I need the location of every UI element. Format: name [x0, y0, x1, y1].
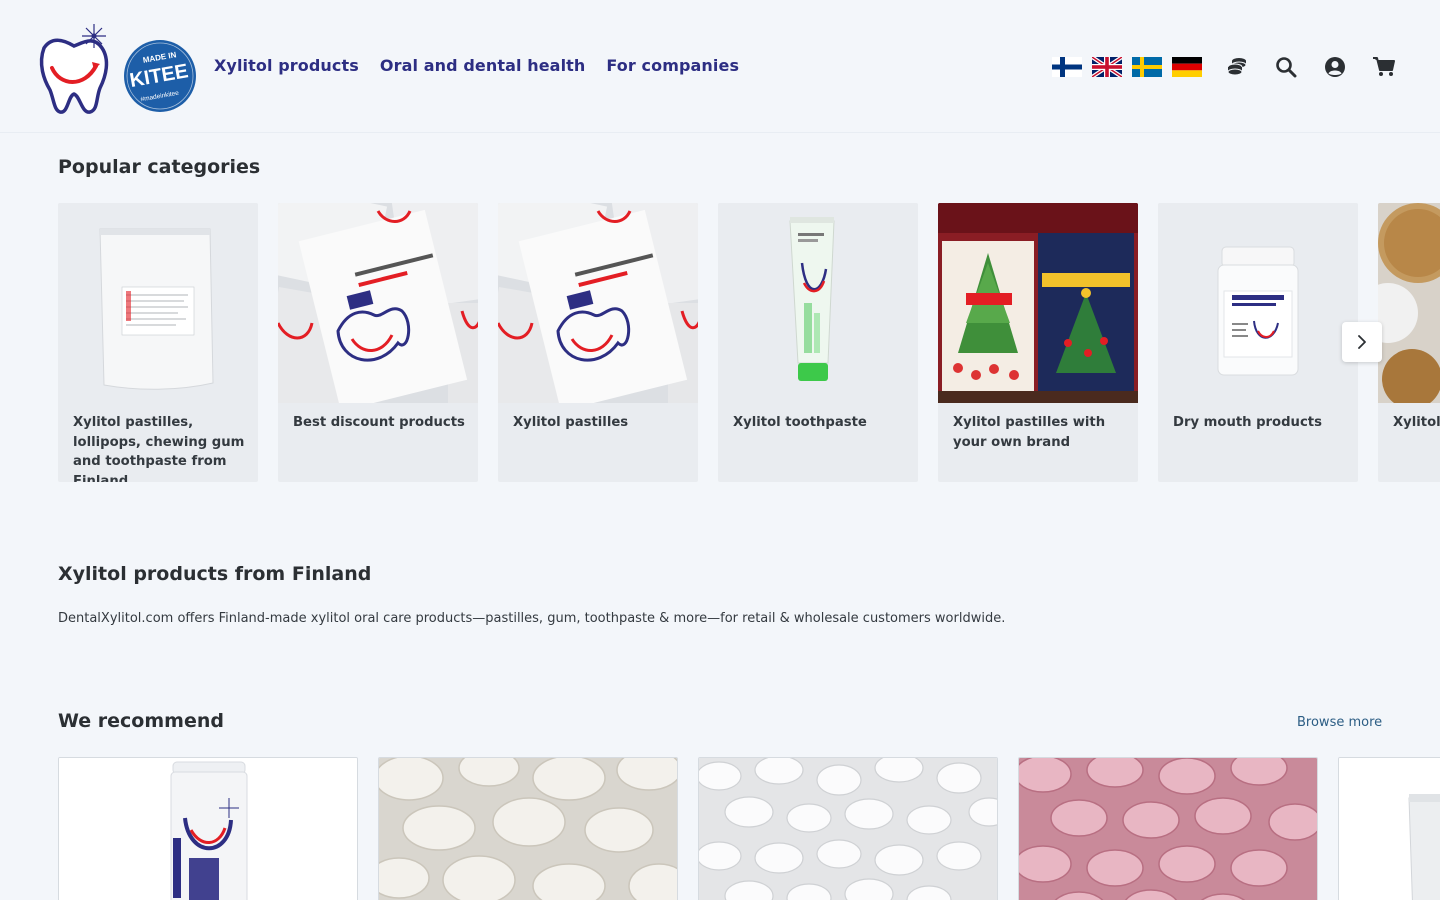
popular-categories-heading: Popular categories: [58, 156, 261, 178]
coins-icon[interactable]: [1225, 55, 1249, 79]
product-image: [59, 758, 357, 900]
category-label: Xylitol: [1393, 415, 1440, 430]
product-image: [1019, 758, 1317, 900]
product-image: [379, 758, 677, 900]
categories-carousel: Xylitol pastilles, lollipops, chewing gu…: [58, 203, 1440, 483]
category-card[interactable]: Xylitol: [1378, 203, 1440, 482]
tooth-logo[interactable]: [36, 20, 112, 116]
made-in-kitee-badge: MADE IN KITEE #madeinkitee: [124, 40, 196, 112]
product-image: [699, 758, 997, 900]
browse-more-link[interactable]: Browse more: [1297, 715, 1382, 730]
category-image: [718, 203, 918, 403]
category-image: [938, 203, 1138, 403]
language-switcher: [1052, 57, 1202, 77]
nav-for-companies[interactable]: For companies: [606, 56, 739, 75]
flag-germany-icon[interactable]: [1172, 57, 1202, 77]
product-card[interactable]: [58, 757, 358, 900]
category-card[interactable]: Best discount products: [278, 203, 478, 482]
about-text: DentalXylitol.com offers Finland-made xy…: [58, 611, 1006, 626]
category-image: [1158, 203, 1358, 403]
category-card[interactable]: Dry mouth products: [1158, 203, 1358, 482]
product-image: [1339, 758, 1440, 900]
product-card[interactable]: [1338, 757, 1440, 900]
category-card[interactable]: Xylitol pastilles with your own brand: [938, 203, 1138, 482]
category-label: Xylitol pastilles, lollipops, chewing gu…: [73, 415, 245, 482]
recommended-products: [58, 757, 1440, 900]
category-card[interactable]: Xylitol pastilles, lollipops, chewing gu…: [58, 203, 258, 482]
chevron-right-icon: [1358, 335, 1366, 349]
flag-sweden-icon[interactable]: [1132, 57, 1162, 77]
nav-xylitol-products[interactable]: Xylitol products: [214, 56, 359, 75]
carousel-next-button[interactable]: [1342, 322, 1382, 362]
category-label: Xylitol pastilles with your own brand: [953, 415, 1106, 450]
category-label: Dry mouth products: [1173, 415, 1322, 430]
about-heading: Xylitol products from Finland: [58, 563, 372, 585]
category-label: Best discount products: [293, 415, 465, 430]
category-image: [58, 203, 258, 403]
product-card[interactable]: [1018, 757, 1318, 900]
nav-oral-dental-health[interactable]: Oral and dental health: [380, 56, 586, 75]
search-icon[interactable]: [1274, 55, 1298, 79]
category-card[interactable]: Xylitol toothpaste: [718, 203, 918, 482]
site-header: MADE IN KITEE #madeinkitee Xylitol produ…: [0, 0, 1440, 133]
flag-uk-icon[interactable]: [1092, 57, 1122, 77]
category-image: [498, 203, 698, 403]
category-label: Xylitol pastilles: [513, 415, 629, 430]
recommend-heading: We recommend: [58, 710, 224, 732]
flag-finland-icon[interactable]: [1052, 57, 1082, 77]
category-card[interactable]: Xylitol pastilles: [498, 203, 698, 482]
cart-icon[interactable]: [1372, 55, 1396, 79]
product-card[interactable]: [698, 757, 998, 900]
product-card[interactable]: [378, 757, 678, 900]
category-image: [278, 203, 478, 403]
category-label: Xylitol toothpaste: [733, 415, 867, 430]
category-image: [1378, 203, 1440, 403]
main-nav: Xylitol products Oral and dental health …: [214, 56, 739, 75]
user-circle-icon[interactable]: [1323, 55, 1347, 79]
